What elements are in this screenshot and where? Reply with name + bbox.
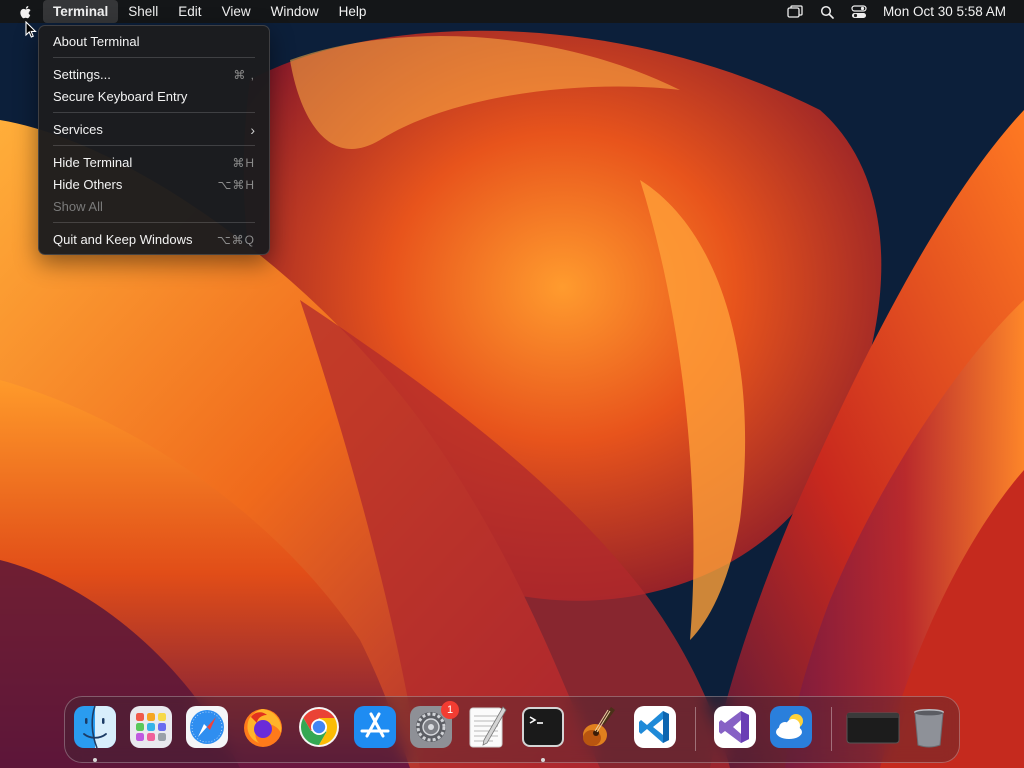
dock-trash[interactable] [907,705,951,749]
garageband-icon [583,707,615,746]
menu-help[interactable]: Help [329,0,377,23]
menu-item-shortcut: ⌥⌘Q [216,233,255,247]
dock-app-safari[interactable] [185,705,229,749]
app-store-icon [354,706,396,748]
dock-app-weather[interactable] [769,705,813,749]
dock-app-textedit[interactable] [465,705,509,749]
launchpad-icon [130,706,172,748]
menu-separator [53,145,255,146]
menu-item-label: Secure Keyboard Entry [53,89,188,104]
menu-view[interactable]: View [212,0,261,23]
running-indicator [541,758,545,762]
menu-item-settings[interactable]: Settings... ⌘ , [53,65,255,85]
dock: 1 [64,696,960,763]
safari-icon [186,706,228,748]
control-center-icon[interactable] [851,4,867,20]
dock-app-chrome[interactable] [297,705,341,749]
dock-app-firefox[interactable] [241,705,285,749]
weather-icon [770,706,812,748]
search-icon[interactable] [819,4,835,20]
dock-divider [695,707,696,751]
menu-item-hide-terminal[interactable]: Hide Terminal ⌘H [53,153,255,173]
menu-item-secure-keyboard-entry[interactable]: Secure Keyboard Entry [53,87,255,107]
menu-item-shortcut: ⌥⌘H [217,178,255,192]
dock-app-vscode[interactable] [633,705,677,749]
menu-item-shortcut: ⌘H [232,156,255,170]
menu-separator [53,57,255,58]
menu-item-hide-others[interactable]: Hide Others ⌥⌘H [53,175,255,195]
menu-item-label: Services [53,122,103,137]
menu-bar-clock[interactable]: Mon Oct 30 5:58 AM [883,0,1006,23]
menu-item-show-all: Show All [53,197,255,217]
screen-mirroring-icon[interactable] [787,4,803,20]
menu-item-quit-and-keep-windows[interactable]: Quit and Keep Windows ⌥⌘Q [53,230,255,250]
dock-app-launchpad[interactable] [129,705,173,749]
menu-item-label: Hide Terminal [53,155,133,170]
mouse-pointer-icon [25,21,37,38]
dock-minimized-window[interactable] [845,705,901,749]
dock-app-app-store[interactable] [353,705,397,749]
textedit-icon [469,706,507,748]
menu-item-label: Quit and Keep Windows [53,232,193,247]
menu-item-label: Show All [53,199,103,214]
chevron-right-icon: › [250,122,255,138]
menu-item-about-terminal[interactable]: About Terminal [53,32,255,52]
vscode-icon [634,706,676,748]
apple-logo-icon[interactable] [18,4,34,20]
dock-app-terminal[interactable] [521,705,565,749]
finder-icon [74,705,116,749]
dock-app-finder[interactable] [73,705,117,749]
menu-item-label: Hide Others [53,177,123,192]
menu-separator [53,112,255,113]
terminal-icon [522,707,564,747]
menu-shell[interactable]: Shell [118,0,168,23]
visual-studio-icon [714,706,756,748]
dock-divider [831,707,832,751]
dock-app-system-settings[interactable]: 1 [409,701,459,749]
trash-icon [914,709,944,748]
running-indicator [93,758,97,762]
minimized-window-icon [846,712,900,744]
dock-app-visual-studio[interactable] [713,705,757,749]
menu-item-shortcut: ⌘ , [233,68,255,82]
chrome-icon [299,707,339,747]
menu-separator [53,222,255,223]
firefox-icon [244,709,282,747]
notification-badge: 1 [441,701,459,719]
menu-bar: Terminal Shell Edit View Window Help Mon… [0,0,1024,23]
menu-edit[interactable]: Edit [168,0,211,23]
menu-item-label: Settings... [53,67,111,82]
menu-terminal[interactable]: Terminal [43,0,119,23]
menu-window[interactable]: Window [261,0,329,23]
menu-item-services[interactable]: Services › [53,120,255,140]
terminal-app-menu: About Terminal Settings... ⌘ , Secure Ke… [38,25,270,255]
dock-app-garageband[interactable] [577,705,621,749]
menu-item-label: About Terminal [53,34,140,49]
